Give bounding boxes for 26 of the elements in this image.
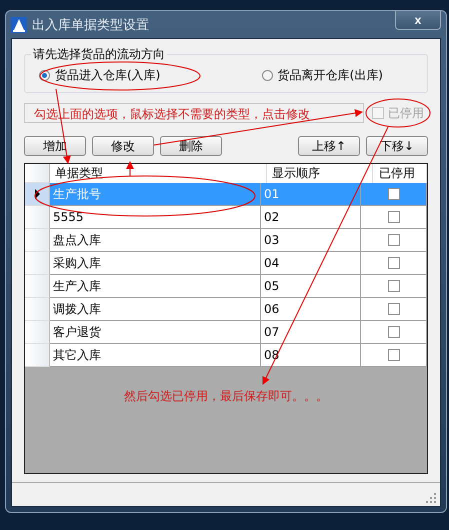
checkbox[interactable] <box>388 326 400 338</box>
annotation-arrow <box>126 161 134 176</box>
checkbox[interactable] <box>388 211 400 223</box>
toolbar-button[interactable]: 删除 <box>160 136 222 156</box>
table-cell: 01 <box>261 183 361 206</box>
move-button[interactable]: 上移↑ <box>298 136 360 156</box>
annotation-text: 然后勾选已停用，最后保存即可。。。 <box>124 388 328 404</box>
row-header[interactable] <box>25 183 50 206</box>
resize-grip-icon <box>426 493 436 503</box>
row-header <box>25 164 50 183</box>
move-button[interactable]: 下移↓ <box>366 136 428 156</box>
checkbox[interactable] <box>388 303 400 315</box>
toolbar-button[interactable]: 修改 <box>92 136 154 156</box>
checkbox[interactable] <box>388 257 400 269</box>
annotation-ellipse <box>366 98 430 128</box>
checkbox[interactable] <box>388 349 400 361</box>
checkbox[interactable] <box>388 234 400 246</box>
close-button[interactable]: x <box>395 11 441 30</box>
group-legend: 请先选择货品的流动方向 <box>31 46 167 63</box>
row-pointer-icon <box>34 189 40 199</box>
table-cell: 其它入库 <box>50 344 261 367</box>
app-icon <box>11 16 27 32</box>
checkbox[interactable] <box>388 280 400 292</box>
window-title: 出入库单据类型设置 <box>32 16 149 34</box>
table-cell: 生产批号 <box>50 183 261 206</box>
checkbox[interactable] <box>388 188 400 200</box>
